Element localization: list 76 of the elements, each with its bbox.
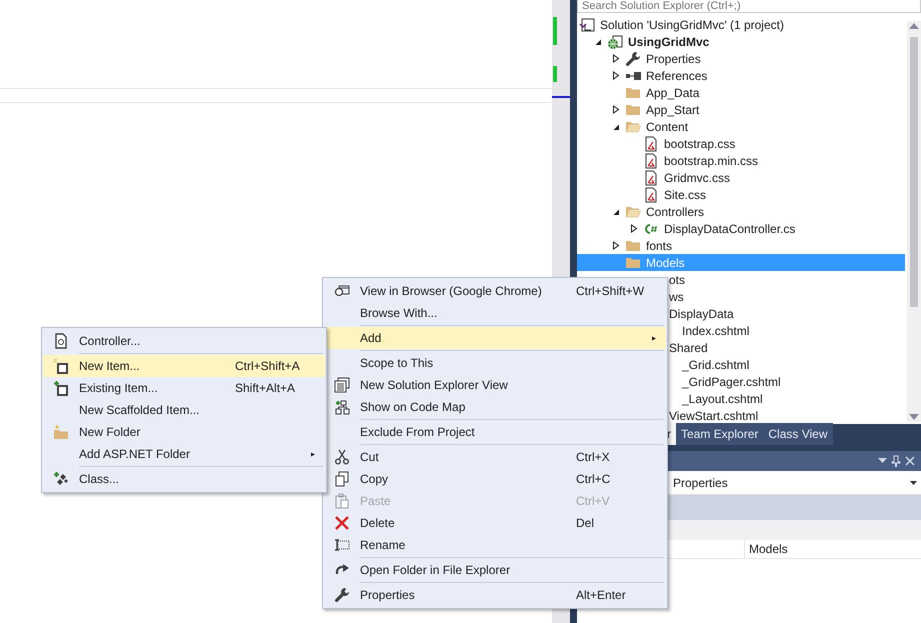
tree-item[interactable]: Gridmvc.css — [577, 169, 905, 186]
scissors-icon — [334, 449, 350, 465]
menu-item[interactable]: New Folder — [43, 421, 325, 443]
menu-item[interactable]: Class... — [43, 468, 325, 490]
caret-position-marker — [552, 96, 570, 98]
scroll-down-icon[interactable] — [909, 414, 919, 420]
menu-item[interactable]: Rename — [324, 534, 666, 556]
tree-item[interactable]: fonts — [577, 237, 905, 254]
change-marker — [553, 66, 557, 82]
tree-item[interactable]: Content — [577, 118, 905, 135]
menu-item[interactable]: New Scaffolded Item... — [43, 399, 325, 421]
delete-icon — [334, 515, 350, 531]
wrench-icon — [625, 50, 641, 66]
solution-icon — [579, 16, 595, 32]
menu-item[interactable]: Properties Alt+Enter — [324, 584, 666, 606]
new-folder-icon — [53, 424, 69, 440]
object-name: Properties — [673, 474, 728, 492]
new-item-icon — [53, 358, 69, 374]
pin-icon[interactable] — [891, 455, 901, 467]
property-value: Models — [744, 540, 788, 558]
shortcut-text: Shift+Alt+A — [235, 381, 296, 395]
tree-item[interactable]: Properties — [577, 50, 905, 67]
file-icon — [643, 186, 659, 202]
menu-item[interactable]: Existing Item... Shift+Alt+A — [43, 377, 325, 399]
scrollbar[interactable] — [907, 21, 921, 422]
menu-item[interactable]: Delete Del — [324, 512, 666, 534]
menu-item[interactable]: Add — [324, 327, 666, 349]
file-icon — [643, 136, 659, 152]
search-field[interactable]: Search Solution Explorer (Ctrl+;) — [577, 0, 921, 13]
tree-item[interactable]: bootstrap.min.css — [577, 152, 905, 169]
menu-item[interactable]: Open Folder in File Explorer — [324, 559, 666, 581]
shortcut-text: Ctrl+V — [576, 494, 610, 508]
globe-project-icon — [607, 34, 623, 50]
tree-item[interactable]: Controllers — [577, 203, 905, 220]
shortcut-text: Ctrl+X — [576, 450, 610, 464]
menu-item[interactable]: Show on Code Map — [324, 396, 666, 418]
add-item-icon — [53, 380, 69, 396]
menu-item[interactable]: Cut Ctrl+X — [324, 446, 666, 468]
menu-item[interactable]: New Item... Ctrl+Shift+A — [43, 355, 325, 377]
scrollbar-thumb[interactable] — [910, 37, 918, 307]
tab[interactable]: Class View — [763, 423, 833, 445]
rename-icon — [334, 537, 350, 553]
file-icon — [643, 152, 659, 168]
tree-item[interactable]: Site.css — [577, 186, 905, 203]
window-list-icon — [334, 377, 350, 393]
dropdown-icon — [910, 480, 917, 484]
tree-item[interactable]: App_Data — [577, 84, 905, 101]
copy-icon — [334, 471, 350, 487]
tab[interactable]: Team Explorer — [676, 423, 764, 445]
clipboard-icon — [334, 493, 350, 509]
menu-item[interactable]: Add ASP.NET Folder — [43, 443, 325, 465]
tree-item[interactable]: Solution 'UsingGridMvc' (1 project) — [577, 16, 905, 33]
tree-item[interactable]: bootstrap.css — [577, 135, 905, 152]
shortcut-text: Del — [576, 516, 594, 530]
shortcut-text: Ctrl+Shift+W — [576, 284, 644, 298]
class-icon — [53, 471, 69, 487]
file-icon — [643, 170, 659, 186]
scroll-up-icon[interactable] — [909, 23, 919, 29]
close-icon[interactable] — [905, 456, 915, 466]
menu-item[interactable]: Controller... — [43, 330, 325, 352]
change-marker — [553, 17, 557, 45]
shortcut-text: Alt+Enter — [576, 588, 626, 602]
shortcut-text: Ctrl+Shift+A — [235, 359, 300, 373]
dropdown-icon[interactable] — [878, 458, 887, 464]
tree-item[interactable]: DisplayDataController.cs — [577, 220, 905, 237]
shortcut-text: Ctrl+C — [576, 472, 610, 486]
tree-item[interactable]: UsingGridMvc — [577, 33, 905, 50]
menu-item[interactable]: View in Browser (Google Chrome) Ctrl+Shift+W — [324, 280, 666, 302]
browser-icon — [334, 283, 350, 299]
diagram-icon — [334, 399, 350, 415]
menu-item[interactable]: Scope to This — [324, 352, 666, 374]
document-icon — [53, 333, 69, 349]
tree-item[interactable]: App_Start — [577, 101, 905, 118]
menu-item[interactable]: Browse With... — [324, 302, 666, 324]
wrench-icon — [334, 587, 350, 603]
tree-item[interactable]: References — [577, 67, 905, 84]
